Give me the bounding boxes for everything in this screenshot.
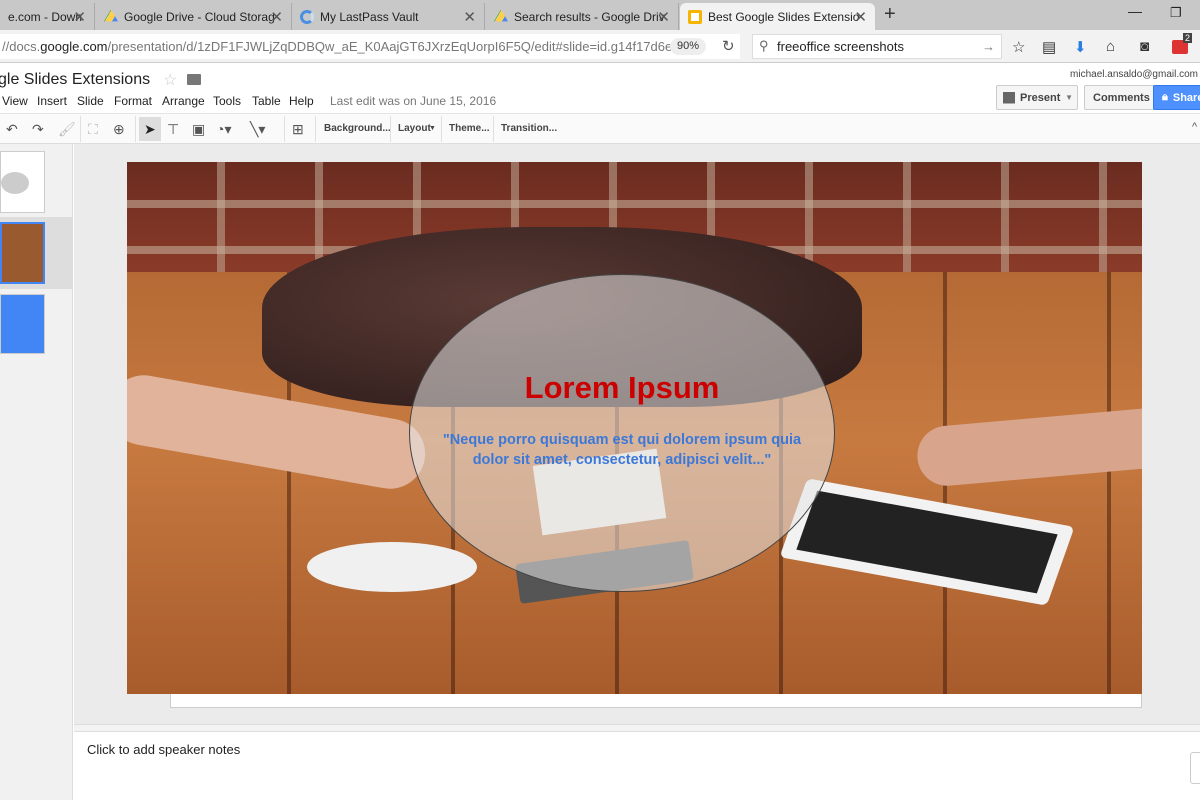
browser-tab[interactable]: e.com - Down ✕ xyxy=(0,3,95,30)
transition-button[interactable]: Transition... xyxy=(501,123,557,134)
chevron-down-icon[interactable]: ▼ xyxy=(1065,93,1073,102)
folder-icon[interactable] xyxy=(187,74,201,85)
menu-tools[interactable]: Tools xyxy=(213,94,241,108)
reload-icon[interactable]: ↻ xyxy=(722,37,735,55)
restore-button[interactable]: ❐ xyxy=(1170,5,1182,21)
close-icon[interactable]: ✕ xyxy=(73,8,86,26)
address-toolbar: //docs.google.com/presentation/d/1zDF1FJ… xyxy=(0,30,1200,63)
lock-icon: 🔒︎ xyxy=(1162,91,1168,103)
minimize-button[interactable]: — xyxy=(1128,3,1142,19)
layout-button[interactable]: Layout xyxy=(398,123,431,134)
image-icon[interactable]: ▣ xyxy=(192,121,205,138)
fit-icon[interactable]: ⛶ xyxy=(88,121,98,138)
share-label: Share xyxy=(1172,91,1200,104)
doc-title[interactable]: gle Slides Extensions xyxy=(0,71,150,89)
zoom-indicator[interactable]: 90% xyxy=(670,38,706,55)
tab-label: e.com - Down xyxy=(8,9,83,24)
browser-tab[interactable]: My LastPass Vault ✕ xyxy=(292,3,485,30)
google-slides-icon xyxy=(688,9,702,24)
close-icon[interactable]: ✕ xyxy=(270,8,283,26)
menu-slide[interactable]: Slide xyxy=(77,94,104,108)
share-button[interactable]: 🔒︎ Share xyxy=(1153,85,1200,110)
browser-tab[interactable]: Search results - Google Driv ✕ xyxy=(486,3,679,30)
coffee-cup-image xyxy=(307,542,477,592)
slide-title[interactable]: Lorem Ipsum xyxy=(409,370,835,406)
play-icon xyxy=(1003,91,1015,104)
select-cursor-icon[interactable]: ➤ xyxy=(144,121,156,138)
star-icon[interactable]: ☆ xyxy=(163,70,177,90)
last-edit-status[interactable]: Last edit was on June 15, 2016 xyxy=(330,94,496,108)
collapse-icon[interactable]: ^ xyxy=(1192,121,1197,133)
zoom-icon[interactable]: ⊕ xyxy=(113,121,125,138)
google-drive-icon xyxy=(494,9,508,22)
notes-resize-handle[interactable] xyxy=(74,724,1200,732)
tab-label: Google Drive - Cloud Storag xyxy=(124,9,275,24)
menu-insert[interactable]: Insert xyxy=(37,94,67,108)
comments-button[interactable]: Comments xyxy=(1084,85,1159,110)
close-icon[interactable]: ✕ xyxy=(463,8,476,26)
search-icon: ⚲ xyxy=(759,38,769,53)
bookmark-star-icon[interactable]: ☆ xyxy=(1012,38,1025,56)
background-button[interactable]: Background... xyxy=(324,123,391,134)
browser-tab[interactable]: Google Drive - Cloud Storag ✕ xyxy=(96,3,292,30)
url-bar[interactable]: //docs.google.com/presentation/d/1zDF1FJ… xyxy=(0,34,740,59)
slide[interactable]: Lorem Ipsum "Neque porro quisquam est qu… xyxy=(127,162,1142,694)
slide-thumbnail-3[interactable] xyxy=(0,294,45,354)
tab-label: Search results - Google Driv xyxy=(514,9,665,24)
url-prefix: //docs. xyxy=(2,39,41,54)
download-icon[interactable]: ⬇ xyxy=(1074,38,1087,56)
extension-badge: 2 xyxy=(1183,33,1193,43)
menu-format[interactable]: Format xyxy=(114,94,152,108)
undo-icon[interactable]: ↶ xyxy=(6,121,18,138)
paint-format-icon[interactable]: 🖌︎ xyxy=(58,121,76,138)
present-button[interactable]: Present ▼ xyxy=(996,85,1078,110)
editor-toolbar: ↶ ↷ 🖌︎ ⛶ ⊕ ➤ ⊤ ▣ ◔▾ ╲▾ ⊞ Background... L… xyxy=(0,113,1200,144)
close-icon[interactable]: ✕ xyxy=(854,8,867,26)
url-path: /presentation/d/1zDF1FJWLjZqDDBQw_aE_K0A… xyxy=(107,39,676,54)
line-icon[interactable]: ╲▾ xyxy=(250,121,265,138)
tab-bar: e.com - Down ✕ Google Drive - Cloud Stora… xyxy=(0,0,1200,30)
menu-arrange[interactable]: Arrange xyxy=(162,94,205,108)
url-domain: google.com xyxy=(40,39,108,54)
reading-list-icon[interactable]: ▤ xyxy=(1042,38,1056,56)
go-arrow-icon[interactable]: → xyxy=(982,39,995,54)
add-comment-icon[interactable]: ⊞ xyxy=(292,121,304,138)
slide-thumbnail-1[interactable] xyxy=(0,151,45,213)
slide-filmstrip xyxy=(0,144,73,800)
chevron-down-icon: ▼ xyxy=(429,125,436,132)
search-input[interactable]: ⚲ freeoffice screenshots → xyxy=(752,34,1002,59)
tab-label: My LastPass Vault xyxy=(320,9,419,24)
speaker-notes[interactable]: Click to add speaker notes xyxy=(87,742,240,757)
new-tab-button[interactable]: + xyxy=(884,3,896,26)
theme-button[interactable]: Theme... xyxy=(449,123,490,134)
browser-tab-active[interactable]: Best Google Slides Extensio ✕ xyxy=(680,3,875,30)
google-drive-icon xyxy=(104,9,118,22)
redo-icon[interactable]: ↷ xyxy=(32,121,44,138)
slide-thumbnail-2[interactable] xyxy=(0,222,45,284)
loading-icon xyxy=(300,9,314,24)
account-email[interactable]: michael.ansaldo@gmail.com xyxy=(1070,69,1198,80)
close-icon[interactable]: ✕ xyxy=(657,8,670,26)
doc-header: gle Slides Extensions ☆ View Insert Slid… xyxy=(0,63,1200,113)
side-panel-toggle[interactable] xyxy=(1190,752,1200,784)
home-icon[interactable]: ⌂ xyxy=(1106,38,1115,55)
shape-icon[interactable]: ◔▾ xyxy=(216,121,231,138)
tab-label: Best Google Slides Extensio xyxy=(708,9,860,24)
text-box-icon[interactable]: ⊤ xyxy=(167,121,179,138)
slide-quote[interactable]: "Neque porro quisquam est qui dolorem ip… xyxy=(429,430,815,470)
menu-table[interactable]: Table xyxy=(252,94,281,108)
menu-help[interactable]: Help xyxy=(289,94,314,108)
search-value: freeoffice screenshots xyxy=(777,39,904,54)
menu-view[interactable]: View xyxy=(2,94,28,108)
pocket-icon[interactable]: ◙ xyxy=(1140,38,1149,55)
present-label: Present xyxy=(1020,91,1061,104)
